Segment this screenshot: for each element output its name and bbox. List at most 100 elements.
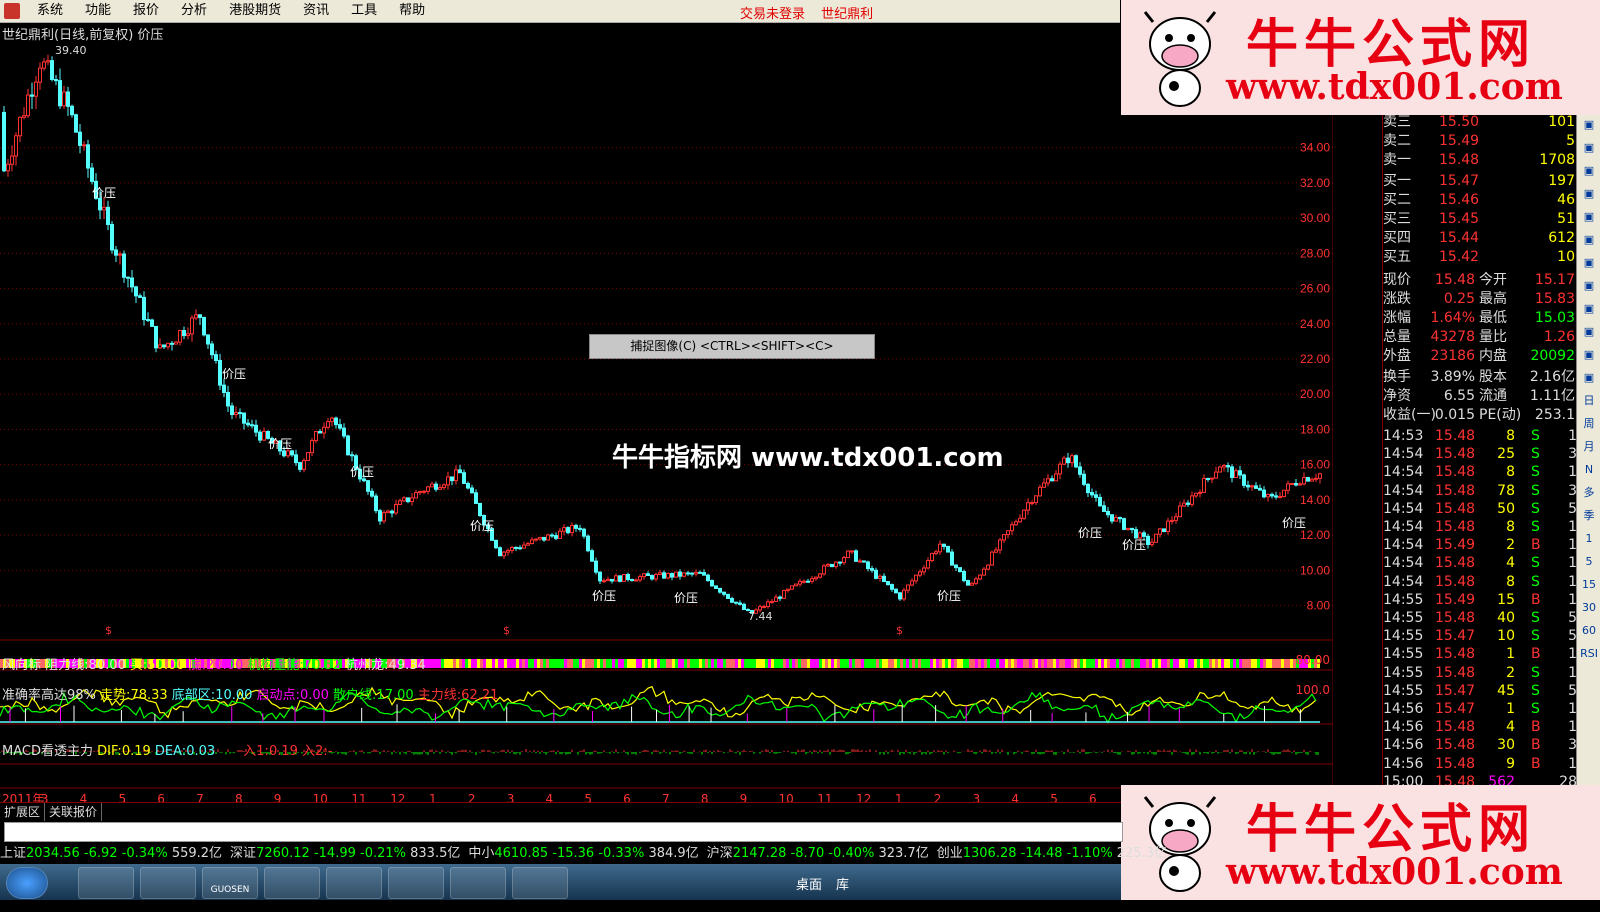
bid-row[interactable]: 买二 15.46 46 <box>1383 191 1579 210</box>
stat-row[interactable]: 总量 43278 量比 1.26 <box>1383 328 1579 347</box>
ad-banner-top[interactable]: 牛牛公式网 www.tdx001.com <box>1121 0 1600 115</box>
period-button[interactable]: 30 <box>1577 596 1600 619</box>
bid-row[interactable]: 买一 15.47 197 <box>1383 172 1579 191</box>
taskbar-library-label[interactable]: 库 <box>836 874 849 893</box>
rocket-icon[interactable] <box>140 867 196 899</box>
toolbar-icon[interactable]: ▣ <box>1577 182 1600 205</box>
price-axis-label: 10.00 <box>1300 563 1330 577</box>
tab-related-quote[interactable]: 关联报价 <box>45 803 103 821</box>
tick-row[interactable]: 14:54 15.48 4 S 1 <box>1383 554 1579 573</box>
tab-extension[interactable]: 扩展区 <box>0 803 46 821</box>
bid-row[interactable]: 买三 15.45 51 <box>1383 210 1579 229</box>
period-button[interactable]: 多 <box>1577 481 1600 504</box>
candle-body <box>146 319 150 322</box>
stat-row[interactable]: 收益(一) 0.015 PE(动) 253.1 <box>1383 406 1579 425</box>
menu-item-3[interactable]: 分析 <box>170 3 218 19</box>
tick-row[interactable]: 14:54 15.48 8 S 1 <box>1383 463 1579 482</box>
bid-row[interactable]: 买五 15.42 10 <box>1383 248 1579 267</box>
indicator1-band <box>795 659 798 668</box>
toolbar-icon[interactable]: ▣ <box>1577 343 1600 366</box>
guosen-app-icon[interactable]: GUOSEN <box>202 867 258 899</box>
taskbar-desktop-label[interactable]: 桌面 <box>796 874 822 893</box>
calendar-icon[interactable] <box>388 867 444 899</box>
kline-chart[interactable]: 34.00 32.00 30.00 28.00 26.00 24.00 22.00 20.00… <box>0 22 1333 812</box>
stat-row[interactable]: 换手 3.89% 股本 2.16亿 <box>1383 368 1579 387</box>
menu-item-0[interactable]: 系统 <box>26 3 74 19</box>
tick-row[interactable]: 14:55 15.48 40 S 5 <box>1383 609 1579 628</box>
indicator1-band <box>1173 659 1176 668</box>
index-item[interactable]: 深证7260.12 -14.99 -0.21% 833.5亿 <box>230 846 460 861</box>
toolbar-icon[interactable]: ▣ <box>1577 366 1600 389</box>
tick-row[interactable]: 14:56 15.48 30 B 3 <box>1383 736 1579 755</box>
stat-row[interactable]: 涨幅 1.64% 最低 15.03 <box>1383 309 1579 328</box>
tick-row[interactable]: 14:55 15.49 15 B 1 <box>1383 591 1579 610</box>
dragonfly-icon[interactable] <box>512 867 568 899</box>
notepad-icon[interactable] <box>450 867 506 899</box>
tick-row[interactable]: 14:55 15.48 2 S 1 <box>1383 664 1579 683</box>
period-button[interactable]: 周 <box>1577 412 1600 435</box>
menu-item-6[interactable]: 工具 <box>340 3 388 19</box>
tick-row[interactable]: 14:54 15.49 2 B 1 <box>1383 536 1579 555</box>
toolbar-icon[interactable]: ▣ <box>1577 159 1600 182</box>
toolbar-icon[interactable]: ▣ <box>1577 251 1600 274</box>
index-item[interactable]: 沪深2147.28 -8.70 -0.40% 323.7亿 <box>707 846 929 861</box>
menu-item-5[interactable]: 资讯 <box>292 3 340 19</box>
period-button[interactable]: 1 <box>1577 527 1600 550</box>
period-button[interactable]: 月 <box>1577 435 1600 458</box>
candle-body <box>578 527 582 530</box>
period-button[interactable]: 季 <box>1577 504 1600 527</box>
login-status[interactable]: 交易未登录 <box>740 7 805 22</box>
stat-row[interactable]: 涨跌 0.25 最高 15.83 <box>1383 290 1579 309</box>
toolbar-icon[interactable]: ▣ <box>1577 297 1600 320</box>
toolbar-icon[interactable]: ▣ <box>1577 274 1600 297</box>
tick-row[interactable]: 14:54 15.48 8 S 1 <box>1383 573 1579 592</box>
menu-item-1[interactable]: 功能 <box>74 3 122 19</box>
ask-volume: 5 <box>1566 133 1575 149</box>
menu-item-2[interactable]: 报价 <box>122 3 170 19</box>
period-button[interactable]: N <box>1577 458 1600 481</box>
tick-row[interactable]: 14:56 15.47 1 S 1 <box>1383 700 1579 719</box>
tick-row[interactable]: 14:54 15.48 78 S 3 <box>1383 482 1579 501</box>
stat-row[interactable]: 净资 6.55 流通 1.11亿 <box>1383 387 1579 406</box>
tick-side: B <box>1531 755 1541 772</box>
tick-row[interactable]: 14:55 15.47 45 S 5 <box>1383 682 1579 701</box>
menu-item-4[interactable]: 港股期货 <box>218 3 292 19</box>
tick-row[interactable]: 14:54 15.48 25 S 3 <box>1383 445 1579 464</box>
ask-row[interactable]: 卖一 15.48 1708 <box>1383 151 1579 170</box>
tick-row[interactable]: 14:55 15.48 1 B 1 <box>1383 645 1579 664</box>
tick-row[interactable]: 14:54 15.48 8 S 1 <box>1383 518 1579 537</box>
period-button[interactable]: RSI <box>1577 642 1600 665</box>
bid-volume: 612 <box>1548 230 1575 246</box>
stat-row[interactable]: 现价 15.48 今开 15.17 <box>1383 271 1579 290</box>
period-button[interactable]: 日 <box>1577 389 1600 412</box>
tick-row[interactable]: 14:54 15.48 50 S 5 <box>1383 500 1579 519</box>
index-item[interactable]: 创业1306.28 -14.48 -1.10% 225.3亿 <box>937 846 1167 861</box>
menu-item-7[interactable]: 帮助 <box>388 3 436 19</box>
ask-row[interactable]: 卖二 15.49 5 <box>1383 132 1579 151</box>
ad-banner-bottom[interactable]: 牛牛公式网 www.tdx001.com <box>1121 785 1600 900</box>
tick-row[interactable]: 14:53 15.48 8 S 1 <box>1383 427 1579 446</box>
toolbar-icon[interactable]: ▣ <box>1577 228 1600 251</box>
index-item[interactable]: 上证2034.56 -6.92 -0.34% 559.2亿 <box>0 846 222 861</box>
start-button[interactable] <box>6 867 48 899</box>
period-button[interactable]: 60 <box>1577 619 1600 642</box>
horizontal-scrollbar[interactable] <box>4 822 1123 842</box>
tick-row[interactable]: 14:56 15.48 4 B 1 <box>1383 718 1579 737</box>
tick-row[interactable]: 14:56 15.48 9 B 1 <box>1383 755 1579 774</box>
maxthon-icon[interactable] <box>264 867 320 899</box>
toolbar-icon[interactable]: ▣ <box>1577 136 1600 159</box>
period-button[interactable]: 5 <box>1577 550 1600 573</box>
stat-row[interactable]: 外盘 23186 内盘 20092 <box>1383 347 1579 366</box>
capture-tooltip[interactable]: 捕捉图像(C) <CTRL><SHIFT><C> <box>589 334 875 359</box>
toolbar-icon[interactable]: ▣ <box>1577 320 1600 343</box>
index-item[interactable]: 中小4610.85 -15.36 -0.33% 384.9亿 <box>468 846 698 861</box>
explorer-icon[interactable] <box>78 867 134 899</box>
period-button[interactable]: 15 <box>1577 573 1600 596</box>
tick-row[interactable]: 14:55 15.47 10 S 5 <box>1383 627 1579 646</box>
ask-row[interactable]: 卖三 15.50 101 <box>1383 113 1579 132</box>
candle-body <box>86 144 90 169</box>
toolbar-icon[interactable]: ▣ <box>1577 205 1600 228</box>
bid-row[interactable]: 买四 15.44 612 <box>1383 229 1579 248</box>
toolbar-icon[interactable]: ▣ <box>1577 113 1600 136</box>
media-player-icon[interactable] <box>326 867 382 899</box>
